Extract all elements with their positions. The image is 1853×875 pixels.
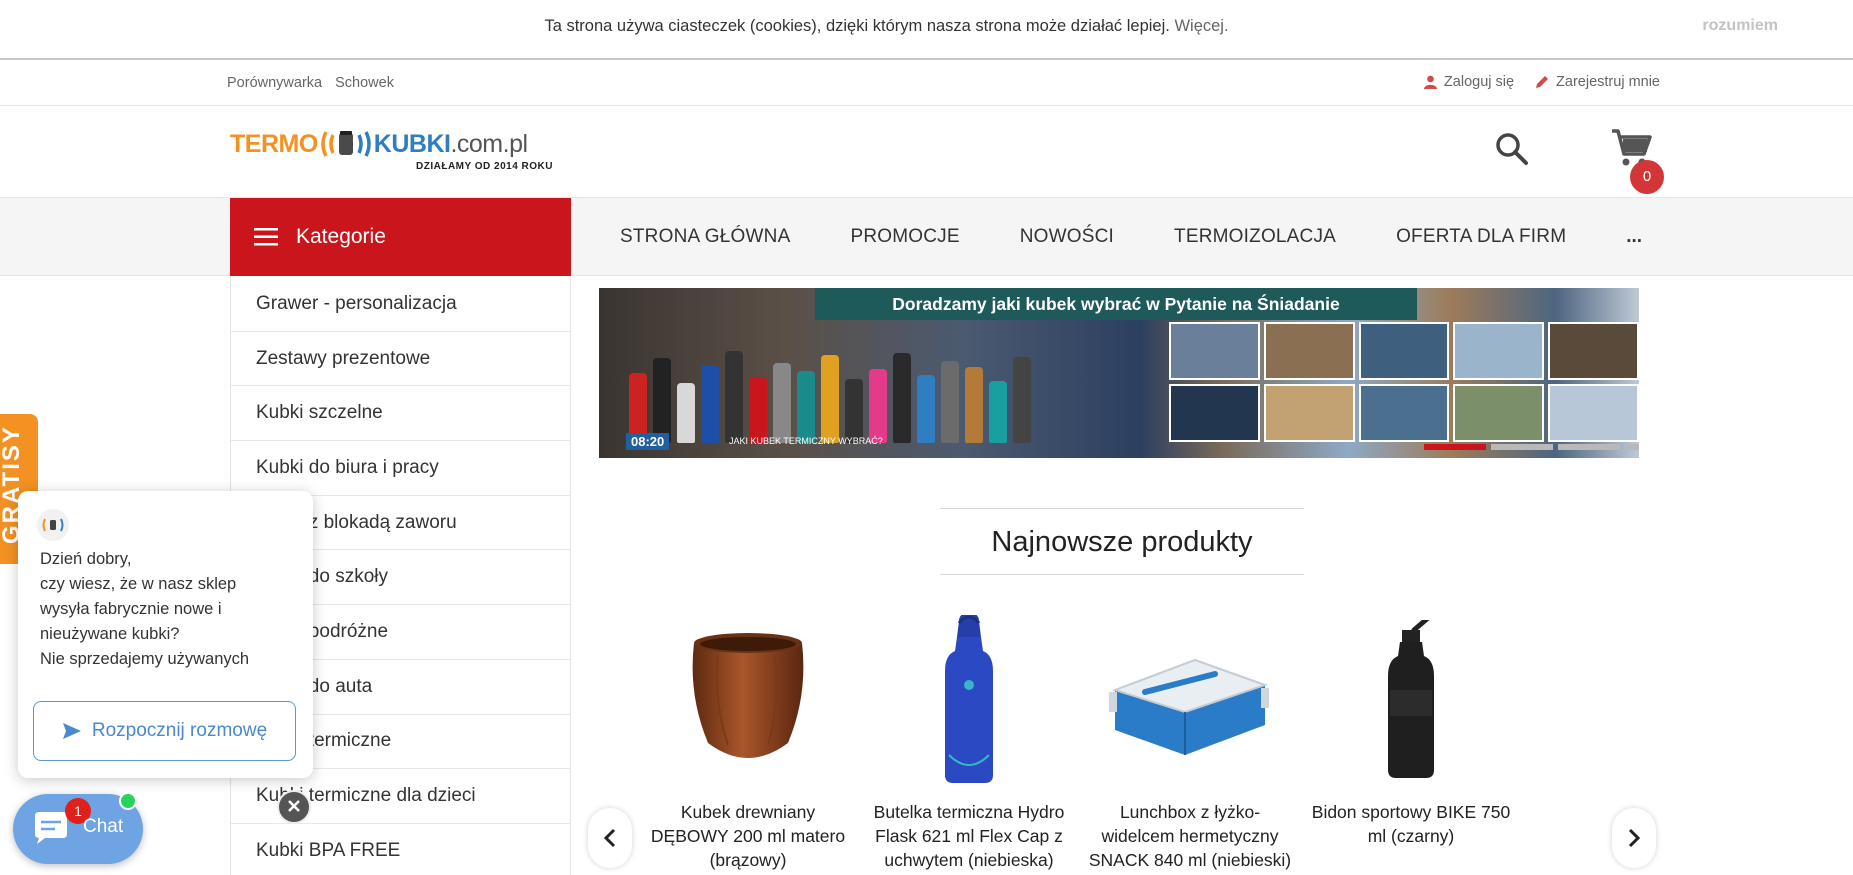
carousel-prev-button[interactable] [588, 808, 632, 868]
product-name[interactable]: Bidon sportowy BIKE 750 ml (czarny) [1306, 800, 1516, 848]
carousel-next-button[interactable] [1612, 808, 1656, 868]
nav-item-business-offer[interactable]: OFERTA DLA FIRM [1396, 226, 1566, 248]
banner-dot-4[interactable] [1625, 444, 1639, 450]
chat-logo-icon [37, 509, 69, 541]
product-image[interactable] [861, 610, 1077, 790]
hamburger-icon [254, 228, 278, 246]
sidebar-item-office-mugs[interactable]: Kubki do biura i pracy [231, 441, 570, 496]
chat-line: wysyła fabrycznie nowe i [40, 600, 222, 618]
account-links: Zaloguj się Zarejestruj mnie [1404, 74, 1660, 90]
chat-close-button[interactable] [277, 790, 311, 824]
nav-items: STRONA GŁÓWNA PROMOCJE NOWOŚCI TERMOIZOL… [620, 198, 1642, 276]
start-chat-button[interactable]: Rozpocznij rozmowę [33, 701, 296, 761]
cookie-more-link[interactable]: Więcej. [1174, 17, 1228, 35]
nav-more-button[interactable]: ... [1626, 226, 1642, 248]
banner-pagination [1424, 444, 1639, 450]
product-image[interactable] [1082, 610, 1298, 790]
banner-dot-2[interactable] [1491, 444, 1553, 450]
promo-banner[interactable]: Doradzamy jaki kubek wybrać w Pytanie na… [599, 288, 1639, 458]
product-name[interactable]: Kubek drewniany DĘBOWY 200 ml matero (br… [643, 800, 853, 872]
chat-popup: Dzień dobry, czy wiesz, że w nasz sklep … [18, 491, 313, 778]
logo-part-kubki: KUBKI [373, 129, 451, 158]
user-icon [1423, 75, 1437, 89]
chat-online-indicator [119, 792, 137, 810]
start-chat-label: Rozpocznij rozmowę [91, 720, 268, 741]
chat-greeting: Dzień dobry, [40, 550, 132, 568]
categories-label: Kategorie [296, 225, 386, 248]
top-links-bar: Porównywarka Schowek Zaloguj się Zarejes… [0, 62, 1853, 106]
product-card[interactable]: Butelka termiczna Hydro Flask 621 ml Fle… [861, 610, 1077, 875]
sidebar-item-bpa-free[interactable]: Kubki BPA FREE [231, 824, 570, 875]
logo-mug-icon [321, 131, 371, 157]
main-nav: Kategorie STRONA GŁÓWNA PROMOCJE NOWOŚCI… [0, 198, 1853, 276]
header: TERMO KUBKI .com.pl DZIAŁAMY OD 2014 ROK… [0, 106, 1853, 198]
send-icon [62, 723, 81, 739]
logo-text: TERMO KUBKI .com.pl [230, 128, 570, 160]
banner-caption: JAKI KUBEK TERMICZNY WYBRAĆ? [729, 436, 883, 446]
logo-part-termo: TERMO [230, 129, 318, 158]
product-card[interactable]: Kubek drewniany DĘBOWY 200 ml matero (br… [640, 610, 856, 875]
sidebar-item-sealed-mugs[interactable]: Kubki szczelne [231, 386, 570, 442]
sidebar-item-gift-sets[interactable]: Zestawy prezentowe [231, 332, 570, 387]
nav-item-promotions[interactable]: PROMOCJE [850, 226, 959, 248]
banner-dot-3[interactable] [1558, 444, 1620, 450]
logo-part-domain: .com.pl [450, 129, 528, 158]
chat-message: Dzień dobry, czy wiesz, że w nasz sklep … [40, 547, 295, 672]
cart-count-badge: 0 [1630, 160, 1664, 194]
product-image[interactable] [1303, 610, 1519, 790]
nav-item-new[interactable]: NOWOŚCI [1020, 226, 1114, 248]
lunchbox-image [1109, 658, 1269, 755]
banner-dot-1[interactable] [1424, 444, 1486, 450]
product-name[interactable]: Butelka termiczna Hydro Flask 621 ml Fle… [864, 800, 1074, 872]
wishlist-link[interactable]: Schowek [335, 75, 394, 91]
chevron-right-icon [1628, 828, 1641, 848]
compare-link[interactable]: Porównywarka [227, 75, 322, 91]
cookie-accept-button[interactable]: rozumiem [1702, 17, 1778, 35]
search-button[interactable] [1494, 131, 1530, 167]
chat-button-label: Chat [83, 816, 124, 837]
cookie-text: Ta strona używa ciasteczek (cookies), dz… [544, 17, 1170, 35]
register-link[interactable]: Zarejestruj mnie [1534, 74, 1660, 90]
search-icon [1496, 133, 1528, 165]
product-card[interactable]: Bidon sportowy BIKE 750 ml (czarny) [1303, 610, 1519, 875]
nav-item-thermal-insulation[interactable]: TERMOIZOLACJA [1174, 226, 1336, 248]
product-carousel: Kubek drewniany DĘBOWY 200 ml matero (br… [640, 610, 1600, 875]
sidebar-item-engraving[interactable]: Grawer - personalizacja [231, 277, 570, 332]
logo-tagline: DZIAŁAMY OD 2014 ROKU [416, 161, 554, 172]
product-image[interactable] [640, 610, 856, 790]
blue-bottle-image [945, 615, 993, 783]
banner-clock: 08:20 [626, 433, 670, 450]
chevron-left-icon [603, 828, 616, 848]
nav-item-home[interactable]: STRONA GŁÓWNA [620, 226, 790, 248]
close-icon [288, 800, 300, 812]
product-card[interactable]: Lunchbox z łyżko-widelcem hermetyczny SN… [1082, 610, 1298, 875]
black-bottle-image [1388, 620, 1434, 778]
login-link[interactable]: Zaloguj się [1423, 74, 1515, 90]
chat-line: czy wiesz, że w nasz sklep [40, 575, 237, 593]
logo[interactable]: TERMO KUBKI .com.pl DZIAŁAMY OD 2014 ROK… [230, 128, 570, 184]
cookie-message: Ta strona używa ciasteczek (cookies), dz… [0, 17, 1773, 36]
login-label: Zaloguj się [1443, 74, 1515, 90]
section-header: Najnowsze produkty [940, 508, 1304, 575]
top-links-left: Porównywarka Schowek [227, 75, 403, 91]
section-title: Najnowsze produkty [991, 526, 1253, 558]
wooden-cup-image [692, 633, 804, 758]
pencil-icon [1536, 75, 1549, 88]
page: Ta strona używa ciasteczek (cookies), dz… [0, 0, 1853, 875]
banner-mugs-illustration [629, 343, 1069, 443]
register-label: Zarejestruj mnie [1556, 74, 1660, 90]
chat-line: Nie sprzedajemy używanych [40, 650, 250, 668]
categories-button[interactable]: Kategorie [230, 198, 571, 276]
banner-title: Doradzamy jaki kubek wybrać w Pytanie na… [815, 288, 1417, 320]
chat-line: nieużywane kubki? [40, 625, 180, 643]
cart-button[interactable]: 0 [1610, 128, 1670, 194]
banner-photo-collage [1169, 322, 1639, 442]
cookie-bar: Ta strona używa ciasteczek (cookies), dz… [0, 0, 1853, 60]
product-name[interactable]: Lunchbox z łyżko-widelcem hermetyczny SN… [1085, 800, 1295, 872]
